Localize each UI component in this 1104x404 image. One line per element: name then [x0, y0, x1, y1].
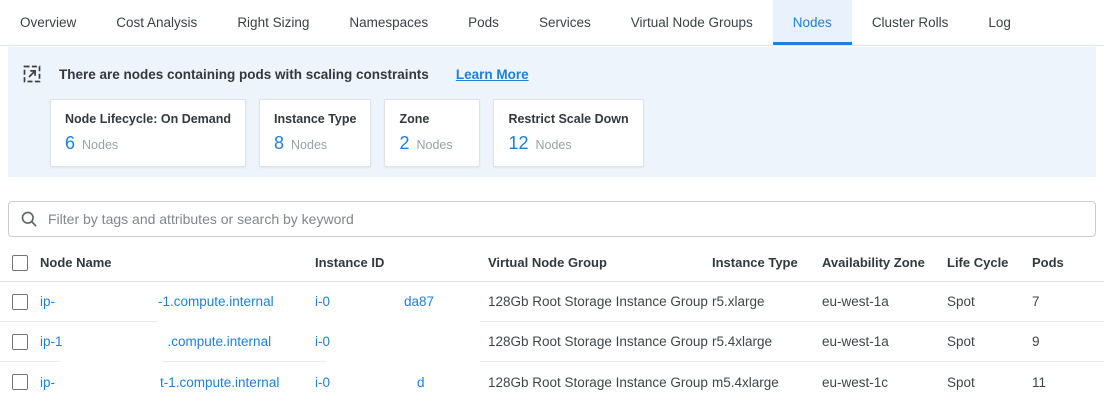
instance-type-cell: r5.xlarge	[712, 294, 822, 309]
virtual-node-group-cell: 128Gb Root Storage Instance Group	[488, 375, 712, 390]
availability-zone-cell: eu-west-1c	[822, 375, 947, 390]
life-cycle-cell: Spot	[947, 294, 1032, 309]
scaling-constraints-banner: There are nodes containing pods with sca…	[8, 47, 1096, 177]
constraint-cards: Node Lifecycle: On Demand 6 Nodes Instan…	[50, 99, 1082, 167]
availability-zone-cell: eu-west-1a	[822, 294, 947, 309]
card-title: Instance Type	[274, 112, 356, 126]
tab-virtual-node-groups[interactable]: Virtual Node Groups	[611, 0, 773, 45]
card-restrict-scale-down[interactable]: Restrict Scale Down 12 Nodes	[493, 99, 643, 167]
tab-services[interactable]: Services	[519, 0, 611, 45]
availability-zone-cell: eu-west-1a	[822, 334, 947, 349]
instance-type-cell: r5.4xlarge	[712, 334, 822, 349]
filter-search-bar[interactable]	[8, 201, 1096, 237]
instance-id-link[interactable]: i-0da87	[315, 294, 488, 309]
node-name-link[interactable]: ip-t-1.compute.internal	[40, 375, 315, 390]
redacted-text	[330, 386, 417, 387]
card-title: Restrict Scale Down	[508, 112, 628, 126]
life-cycle-cell: Spot	[947, 375, 1032, 390]
virtual-node-group-cell: 128Gb Root Storage Instance Group	[488, 294, 712, 309]
select-all-checkbox[interactable]	[12, 255, 28, 271]
node-name-link[interactable]: ip-1.compute.internal	[40, 334, 315, 349]
tab-overview[interactable]: Overview	[0, 0, 96, 45]
pods-count-cell: 9	[1032, 334, 1104, 349]
search-icon	[20, 210, 39, 229]
learn-more-link[interactable]: Learn More	[456, 67, 529, 82]
card-zone[interactable]: Zone 2 Nodes	[384, 99, 480, 167]
col-availability-zone: Availability Zone	[822, 255, 947, 270]
col-life-cycle: Life Cycle	[947, 255, 1032, 270]
instance-type-cell: m5.4xlarge	[712, 375, 822, 390]
col-instance-type: Instance Type	[712, 255, 822, 270]
row-checkbox[interactable]	[12, 374, 28, 390]
tab-pods[interactable]: Pods	[448, 0, 519, 45]
tab-nodes[interactable]: Nodes	[773, 0, 852, 45]
card-unit: Nodes	[416, 138, 452, 152]
tab-bar: Overview Cost Analysis Right Sizing Name…	[0, 0, 1104, 46]
instance-id-link[interactable]: i-0d	[315, 375, 488, 390]
col-node-name: Node Name	[40, 255, 315, 270]
card-count: 2	[399, 133, 409, 154]
card-title: Node Lifecycle: On Demand	[65, 112, 231, 126]
card-unit: Nodes	[82, 138, 118, 152]
redacted-text	[55, 386, 160, 387]
card-node-lifecycle[interactable]: Node Lifecycle: On Demand 6 Nodes	[50, 99, 246, 167]
pods-count-cell: 11	[1032, 375, 1104, 390]
tab-right-sizing[interactable]: Right Sizing	[217, 0, 329, 45]
table-row: ip--1.compute.internal i-0da87 128Gb Roo…	[0, 282, 1104, 322]
tab-namespaces[interactable]: Namespaces	[329, 0, 448, 45]
col-pods: Pods	[1032, 255, 1104, 270]
card-count: 6	[65, 133, 75, 154]
card-unit: Nodes	[535, 138, 571, 152]
table-row: ip-t-1.compute.internal i-0d 128Gb Root …	[0, 362, 1104, 402]
redacted-text	[55, 305, 158, 306]
row-checkbox[interactable]	[12, 294, 28, 310]
tab-cluster-rolls[interactable]: Cluster Rolls	[852, 0, 969, 45]
col-instance-id: Instance ID	[315, 255, 488, 270]
card-title: Zone	[399, 112, 465, 126]
tab-log[interactable]: Log	[968, 0, 1031, 45]
card-instance-type[interactable]: Instance Type 8 Nodes	[259, 99, 371, 167]
redacted-text	[63, 345, 168, 346]
card-count: 8	[274, 133, 284, 154]
virtual-node-group-cell: 128Gb Root Storage Instance Group	[488, 334, 712, 349]
col-virtual-node-group: Virtual Node Group	[488, 255, 712, 270]
scale-up-icon	[22, 64, 42, 84]
nodes-table: Node Name Instance ID Virtual Node Group…	[0, 244, 1104, 402]
redacted-text	[330, 305, 404, 306]
instance-id-link[interactable]: i-0	[315, 334, 488, 349]
search-input[interactable]	[48, 211, 1084, 227]
tab-cost-analysis[interactable]: Cost Analysis	[96, 0, 217, 45]
table-row: ip-1.compute.internal i-0 128Gb Root Sto…	[0, 322, 1104, 362]
row-checkbox[interactable]	[12, 334, 28, 350]
card-count: 12	[508, 133, 528, 154]
banner-message: There are nodes containing pods with sca…	[59, 67, 429, 82]
pods-count-cell: 7	[1032, 294, 1104, 309]
card-unit: Nodes	[291, 138, 327, 152]
node-name-link[interactable]: ip--1.compute.internal	[40, 294, 315, 309]
life-cycle-cell: Spot	[947, 334, 1032, 349]
table-header-row: Node Name Instance ID Virtual Node Group…	[0, 244, 1104, 282]
